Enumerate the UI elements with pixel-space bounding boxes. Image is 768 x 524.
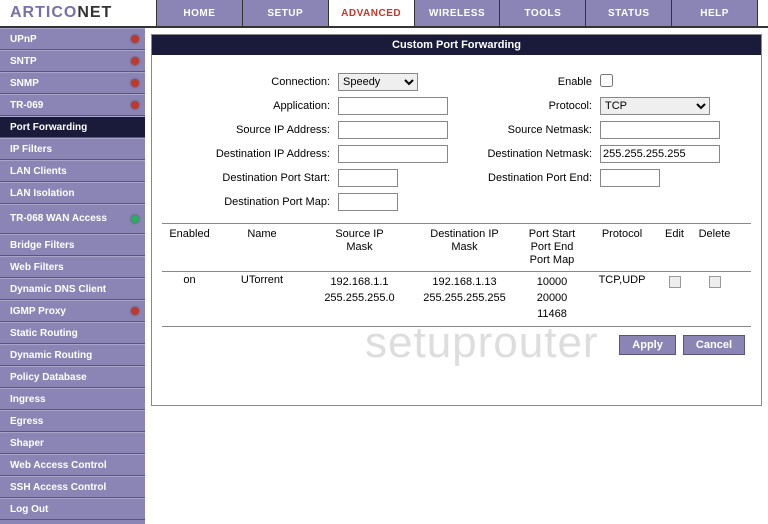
cell-protocol: TCP,UDP (587, 274, 657, 286)
logo-part1: ARTICO (10, 4, 77, 22)
delete-checkbox[interactable] (709, 276, 721, 288)
sidebar-item-ssh-access-control[interactable]: SSH Access Control (0, 476, 145, 498)
logo: ARTICONET (0, 0, 157, 26)
src-ip-input[interactable] (338, 121, 448, 139)
table-row: on UTorrent 192.168.1.1255.255.255.0 192… (162, 271, 751, 324)
cell-ports: 100002000011468 (517, 274, 587, 322)
sidebar-item-snmp[interactable]: SNMP (0, 72, 145, 94)
th-protocol: Protocol (587, 228, 657, 267)
connection-label: Connection: (162, 76, 332, 88)
protocol-label: Protocol: (454, 100, 594, 112)
port-end-input[interactable] (600, 169, 660, 187)
sidebar-item-tr-069[interactable]: TR-069 (0, 94, 145, 116)
enable-checkbox[interactable] (600, 74, 613, 87)
port-map-label: Destination Port Map: (162, 196, 332, 208)
dst-mask-label: Destination Netmask: (454, 148, 594, 160)
cancel-button[interactable]: Cancel (683, 335, 745, 355)
panel: Custom Port Forwarding Connection: Speed… (151, 34, 762, 406)
src-mask-input[interactable] (600, 121, 720, 139)
sidebar-item-shaper[interactable]: Shaper (0, 432, 145, 454)
th-delete: Delete (692, 228, 737, 267)
top-nav: HOMESETUPADVANCEDWIRELESSTOOLSSTATUSHELP (157, 0, 758, 26)
topnav-setup[interactable]: SETUP (243, 0, 329, 26)
status-dot-icon (131, 101, 139, 109)
port-start-input[interactable] (338, 169, 398, 187)
sidebar-item-upnp[interactable]: UPnP (0, 28, 145, 50)
application-input[interactable] (338, 97, 448, 115)
cell-dst: 192.168.1.13255.255.255.255 (412, 274, 517, 306)
sidebar-item-policy-database[interactable]: Policy Database (0, 366, 145, 388)
form-grid: Connection: Speedy Enable Application: P… (162, 73, 751, 211)
nav-spacer (758, 0, 768, 26)
sidebar-item-igmp-proxy[interactable]: IGMP Proxy (0, 300, 145, 322)
sidebar-item-dynamic-routing[interactable]: Dynamic Routing (0, 344, 145, 366)
sidebar-item-web-access-control[interactable]: Web Access Control (0, 454, 145, 476)
port-map-input[interactable] (338, 193, 398, 211)
status-dot-icon (131, 307, 139, 315)
sidebar-item-static-routing[interactable]: Static Routing (0, 322, 145, 344)
table-header: Enabled Name Source IPMask Destination I… (162, 223, 751, 271)
sidebar-item-tr-068-wan-access[interactable]: TR-068 WAN Access (0, 204, 145, 234)
dst-ip-input[interactable] (338, 145, 448, 163)
sidebar: UPnPSNTPSNMPTR-069Port ForwardingIP Filt… (0, 28, 145, 524)
protocol-select[interactable]: TCP (600, 97, 710, 115)
src-mask-label: Source Netmask: (454, 124, 594, 136)
dst-ip-label: Destination IP Address: (162, 148, 332, 160)
th-edit: Edit (657, 228, 692, 267)
panel-title: Custom Port Forwarding (152, 35, 761, 55)
application-label: Application: (162, 100, 332, 112)
th-enabled: Enabled (162, 228, 217, 267)
sidebar-item-lan-isolation[interactable]: LAN Isolation (0, 182, 145, 204)
button-row: Apply Cancel (162, 327, 751, 357)
th-dstmask: Destination IPMask (412, 228, 517, 267)
status-dot-icon (131, 215, 139, 223)
th-srcmask: Source IPMask (307, 228, 412, 267)
sidebar-item-web-filters[interactable]: Web Filters (0, 256, 145, 278)
topnav-advanced[interactable]: ADVANCED (329, 0, 415, 26)
sidebar-item-sntp[interactable]: SNTP (0, 50, 145, 72)
panel-body: Connection: Speedy Enable Application: P… (152, 55, 761, 405)
status-dot-icon (131, 57, 139, 65)
sidebar-item-port-forwarding[interactable]: Port Forwarding (0, 116, 145, 138)
apply-button[interactable]: Apply (619, 335, 676, 355)
topnav-help[interactable]: HELP (672, 0, 758, 26)
sidebar-item-ingress[interactable]: Ingress (0, 388, 145, 410)
sidebar-item-ip-filters[interactable]: IP Filters (0, 138, 145, 160)
sidebar-item-bridge-filters[interactable]: Bridge Filters (0, 234, 145, 256)
sidebar-item-log-out[interactable]: Log Out (0, 498, 145, 520)
sidebar-item-dynamic-dns-client[interactable]: Dynamic DNS Client (0, 278, 145, 300)
port-end-label: Destination Port End: (454, 172, 594, 184)
connection-select[interactable]: Speedy (338, 73, 418, 91)
content-area: Custom Port Forwarding Connection: Speed… (145, 28, 768, 524)
topnav-status[interactable]: STATUS (586, 0, 672, 26)
enable-label: Enable (454, 76, 594, 88)
cell-enabled: on (162, 274, 217, 286)
status-dot-icon (131, 79, 139, 87)
topnav-tools[interactable]: TOOLS (500, 0, 586, 26)
topnav-wireless[interactable]: WIRELESS (415, 0, 501, 26)
sidebar-item-egress[interactable]: Egress (0, 410, 145, 432)
th-name: Name (217, 228, 307, 267)
topnav-home[interactable]: HOME (157, 0, 243, 26)
cell-name: UTorrent (217, 274, 307, 286)
th-ports: Port StartPort EndPort Map (517, 228, 587, 267)
logo-part2: NET (77, 4, 112, 22)
cell-src: 192.168.1.1255.255.255.0 (307, 274, 412, 306)
port-start-label: Destination Port Start: (162, 172, 332, 184)
status-dot-icon (131, 35, 139, 43)
sidebar-item-lan-clients[interactable]: LAN Clients (0, 160, 145, 182)
dst-mask-input[interactable] (600, 145, 720, 163)
edit-checkbox[interactable] (669, 276, 681, 288)
src-ip-label: Source IP Address: (162, 124, 332, 136)
